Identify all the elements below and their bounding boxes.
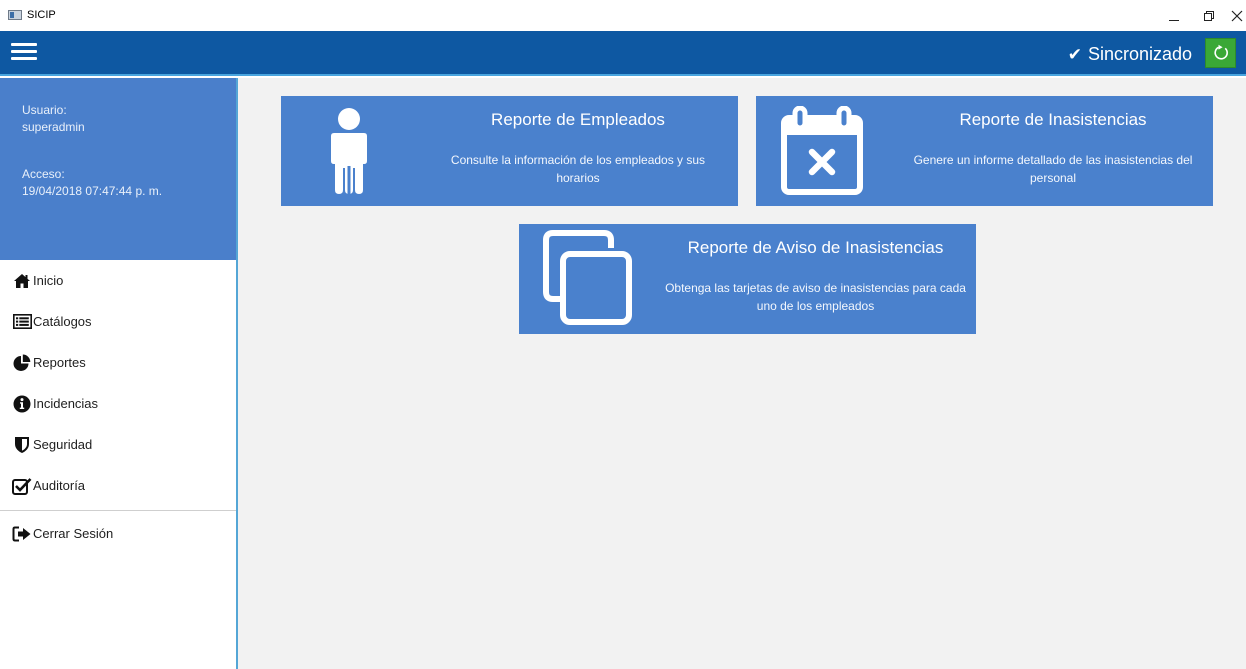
sidebar-item-label: Inicio bbox=[33, 273, 64, 288]
sidebar-item-seguridad[interactable]: Seguridad bbox=[0, 424, 236, 465]
card-title: Reporte de Empleados bbox=[491, 110, 665, 129]
refresh-icon bbox=[1213, 44, 1228, 60]
card-title: Reporte de Inasistencias bbox=[959, 110, 1147, 129]
copy-icon bbox=[543, 230, 632, 325]
main-content: Reporte de Empleados Consulte la informa… bbox=[238, 78, 1246, 669]
hamburger-bar bbox=[11, 57, 37, 60]
hamburger-menu-button[interactable] bbox=[11, 41, 37, 63]
close-icon bbox=[1231, 10, 1243, 22]
sidebar-item-label: Auditoría bbox=[33, 478, 86, 493]
card-description: Obtenga las tarjetas de aviso de inasist… bbox=[665, 281, 966, 313]
minimize-button[interactable] bbox=[1157, 4, 1191, 28]
report-card-inasistencias[interactable]: Reporte de Inasistencias Genere un infor… bbox=[756, 96, 1213, 206]
sidebar-item-label: Cerrar Sesión bbox=[33, 526, 114, 541]
card-title: Reporte de Aviso de Inasistencias bbox=[687, 238, 944, 257]
sidebar-item-inicio[interactable]: Inicio bbox=[0, 260, 236, 301]
sidebar-item-catalogos[interactable]: Catálogos bbox=[0, 301, 236, 342]
user-value: superadmin bbox=[22, 120, 85, 134]
home-icon bbox=[12, 272, 32, 290]
list-icon bbox=[12, 313, 32, 331]
card-description: Genere un informe detallado de las inasi… bbox=[913, 153, 1193, 185]
sidebar-item-label: Seguridad bbox=[33, 437, 93, 452]
calendar-x-icon bbox=[781, 106, 863, 195]
report-card-aviso-inasistencias[interactable]: Reporte de Aviso de Inasistencias Obteng… bbox=[519, 224, 976, 334]
sidebar-item-auditoria[interactable]: Auditoría bbox=[0, 465, 236, 506]
sidebar-item-label: Incidencias bbox=[33, 396, 99, 411]
sidebar: Usuario: superadmin Acceso: 19/04/2018 0… bbox=[0, 78, 238, 669]
person-icon bbox=[331, 108, 367, 194]
sync-label: Sincronizado bbox=[1087, 44, 1192, 64]
sidebar-item-reportes[interactable]: Reportes bbox=[0, 342, 236, 383]
user-label: Usuario: bbox=[22, 103, 67, 117]
restore-icon bbox=[1204, 11, 1214, 21]
shield-icon bbox=[12, 436, 32, 454]
window-title: SICIP bbox=[27, 9, 56, 21]
app-header: ✔ Sincronizado bbox=[0, 31, 1246, 76]
sidebar-menu: Inicio Catálogos Reportes Incidencias Se… bbox=[0, 260, 236, 554]
close-button[interactable] bbox=[1220, 4, 1246, 28]
card-description: Consulte la información de los empleados… bbox=[450, 153, 706, 185]
user-info-panel: Usuario: superadmin Acceso: 19/04/2018 0… bbox=[0, 78, 236, 260]
report-card-empleados[interactable]: Reporte de Empleados Consulte la informa… bbox=[281, 96, 738, 206]
app-icon bbox=[8, 10, 22, 20]
sidebar-item-cerrar-sesion[interactable]: Cerrar Sesión bbox=[0, 513, 236, 554]
sidebar-item-label: Catálogos bbox=[33, 314, 92, 329]
access-label: Acceso: bbox=[22, 167, 65, 181]
menu-divider bbox=[0, 510, 236, 511]
window-titlebar: SICIP bbox=[0, 0, 1246, 31]
access-value: 19/04/2018 07:47:44 p. m. bbox=[22, 184, 163, 198]
check-icon: ✔ bbox=[1067, 44, 1082, 64]
sync-button[interactable] bbox=[1205, 38, 1236, 68]
sign-out-icon bbox=[12, 525, 32, 543]
sidebar-item-incidencias[interactable]: Incidencias bbox=[0, 383, 236, 424]
hamburger-bar bbox=[11, 50, 37, 53]
sync-status: ✔ Sincronizado bbox=[1068, 44, 1192, 65]
pie-chart-icon bbox=[12, 354, 32, 372]
info-icon bbox=[12, 395, 32, 413]
sidebar-item-label: Reportes bbox=[33, 355, 86, 370]
checkbox-icon bbox=[12, 477, 32, 495]
hamburger-bar bbox=[11, 43, 37, 46]
